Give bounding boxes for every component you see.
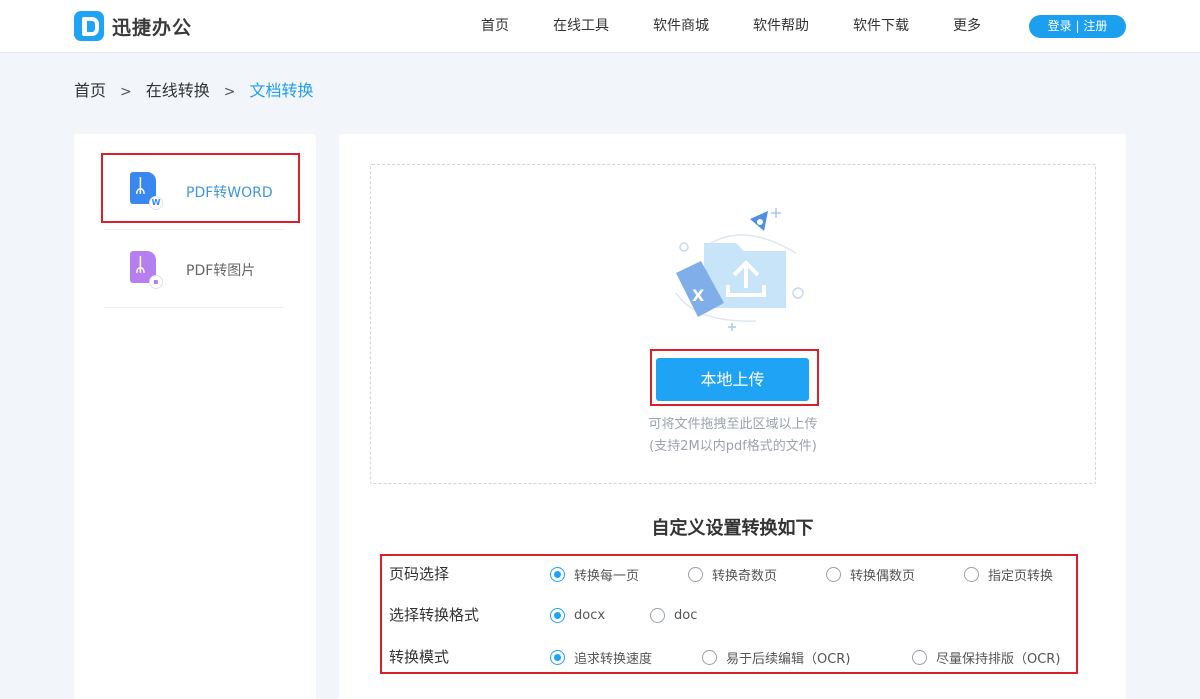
option-label: 页码选择 <box>389 565 450 583</box>
sidebar-item-label: PDF转图片 <box>186 263 256 279</box>
breadcrumb-current: 文档转换 <box>249 81 314 100</box>
radio-checked-icon <box>550 649 565 665</box>
logo[interactable]: 迅捷办公 <box>74 11 192 41</box>
page-selection-row: 页码选择 转换每一页 转换奇数页 转换偶数页 指定页转换 <box>380 561 1078 587</box>
breadcrumb-home[interactable]: 首页 <box>74 80 106 102</box>
upload-folder-illustration: X <box>675 208 804 331</box>
nav-software-store[interactable]: 软件商城 <box>653 0 709 53</box>
nav-online-tools[interactable]: 在线工具 <box>553 0 609 53</box>
conversion-options: 页码选择 转换每一页 转换奇数页 转换偶数页 指定页转换 选择转换格式 docx… <box>380 554 1078 674</box>
radio-unchecked-icon <box>702 649 717 665</box>
upload-limit-hint: (支持2M以内pdf格式的文件) <box>649 439 817 454</box>
pdf-to-image-icon: ᛦ ▪ <box>130 251 163 289</box>
login-register-button[interactable]: 登录 | 注册 <box>1029 15 1126 38</box>
conversion-mode-row: 转换模式 追求转换速度 易于后续编辑（OCR) 尽量保持排版（OCR) <box>380 644 1078 670</box>
option-label: 转换模式 <box>389 648 450 666</box>
radio-unchecked-icon <box>688 566 703 582</box>
radio-format-doc[interactable]: doc <box>650 602 697 628</box>
radio-mode-speed[interactable]: 追求转换速度 <box>550 644 652 670</box>
breadcrumb-separator: > <box>223 84 236 100</box>
nav-software-help[interactable]: 软件帮助 <box>753 0 809 53</box>
format-selection-row: 选择转换格式 docx doc <box>380 602 1078 628</box>
nav-home[interactable]: 首页 <box>481 0 509 53</box>
radio-checked-icon <box>550 607 565 623</box>
radio-convert-all-pages[interactable]: 转换每一页 <box>550 561 639 587</box>
radio-checked-icon <box>550 566 565 582</box>
radio-convert-even-pages[interactable]: 转换偶数页 <box>826 561 915 587</box>
radio-unchecked-icon <box>650 607 665 623</box>
nav-software-download[interactable]: 软件下载 <box>853 0 909 53</box>
top-header: 迅捷办公 首页 在线工具 软件商城 软件帮助 软件下载 更多 登录 | 注册 <box>0 0 1200 53</box>
nav-more[interactable]: 更多 <box>953 0 981 53</box>
upload-hint: 可将文件拖拽至此区域以上传 <box>648 417 818 432</box>
radio-unchecked-icon <box>964 566 979 582</box>
logo-p-icon <box>74 11 104 41</box>
radio-convert-specified-pages[interactable]: 指定页转换 <box>964 561 1053 587</box>
radio-mode-keep-layout-ocr[interactable]: 尽量保持排版（OCR) <box>912 644 1060 670</box>
highlight-box <box>101 153 300 223</box>
radio-unchecked-icon <box>912 649 927 665</box>
option-label: 选择转换格式 <box>389 606 480 624</box>
radio-unchecked-icon <box>826 566 841 582</box>
breadcrumb-separator: > <box>120 84 132 100</box>
breadcrumb: 首页 > 在线转换 > 文档转换 <box>74 80 314 102</box>
sidebar-item-pdf-to-image[interactable]: ᛦ ▪ PDF转图片 <box>104 230 284 308</box>
breadcrumb-online-convert[interactable]: 在线转换 <box>146 80 210 102</box>
radio-convert-odd-pages[interactable]: 转换奇数页 <box>688 561 777 587</box>
tool-sidebar: ᛦW PDF转WORD ᛦ ▪ PDF转图片 <box>74 134 316 699</box>
svg-text:X: X <box>692 286 705 305</box>
upload-dropzone[interactable]: X 本地上传 可将文件拖拽至此区域以上传 (支持2M以内pdf格式的文件) <box>370 164 1096 484</box>
radio-mode-editable-ocr[interactable]: 易于后续编辑（OCR) <box>702 644 850 670</box>
logo-text: 迅捷办公 <box>112 16 193 39</box>
highlight-box <box>650 349 819 406</box>
radio-format-docx[interactable]: docx <box>550 602 605 628</box>
settings-title: 自定义设置转换如下 <box>651 518 814 539</box>
convert-panel: X 本地上传 可将文件拖拽至此区域以上传 (支持2M以内pdf格式的文件) 自定… <box>339 134 1126 699</box>
